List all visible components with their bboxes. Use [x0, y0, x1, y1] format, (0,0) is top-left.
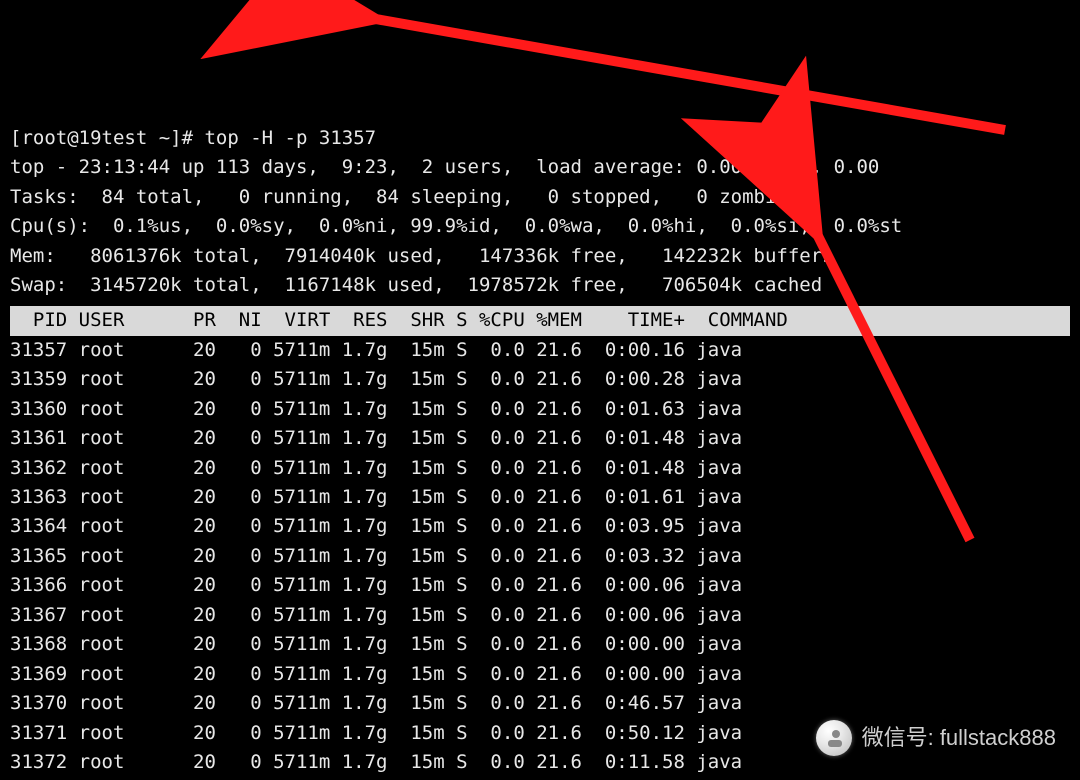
shell-command: top -H -p 31357: [204, 127, 376, 149]
summary-line-mem: Mem: 8061376k total, 7914040k used, 1473…: [10, 245, 834, 267]
watermark-value: fullstack888: [940, 721, 1056, 755]
watermark-label: 微信号: [862, 721, 928, 755]
wechat-icon: [816, 720, 852, 756]
process-rows: 31357 root 20 0 5711m 1.7g 15m S 0.0 21.…: [10, 336, 1070, 780]
column-header: PID USER PR NI VIRT RES SHR S %CPU %MEM …: [10, 306, 1070, 335]
table-row: 31362 root 20 0 5711m 1.7g 15m S 0.0 21.…: [10, 454, 1070, 483]
summary-line-tasks: Tasks: 84 total, 0 running, 84 sleeping,…: [10, 186, 788, 208]
table-row: 31360 root 20 0 5711m 1.7g 15m S 0.0 21.…: [10, 395, 1070, 424]
table-row: 31365 root 20 0 5711m 1.7g 15m S 0.0 21.…: [10, 542, 1070, 571]
summary-line-cpu: Cpu(s): 0.1%us, 0.0%sy, 0.0%ni, 99.9%id,…: [10, 215, 902, 237]
table-row: 31359 root 20 0 5711m 1.7g 15m S 0.0 21.…: [10, 365, 1070, 394]
table-row: 31368 root 20 0 5711m 1.7g 15m S 0.0 21.…: [10, 630, 1070, 659]
table-row: 31363 root 20 0 5711m 1.7g 15m S 0.0 21.…: [10, 483, 1070, 512]
table-row: 31367 root 20 0 5711m 1.7g 15m S 0.0 21.…: [10, 601, 1070, 630]
summary-line-swap: Swap: 3145720k total, 1167148k used, 197…: [10, 274, 822, 296]
table-row: 31361 root 20 0 5711m 1.7g 15m S 0.0 21.…: [10, 424, 1070, 453]
table-row: 31369 root 20 0 5711m 1.7g 15m S 0.0 21.…: [10, 660, 1070, 689]
table-row: 31357 root 20 0 5711m 1.7g 15m S 0.0 21.…: [10, 336, 1070, 365]
summary-line-uptime: top - 23:13:44 up 113 days, 9:23, 2 user…: [10, 156, 879, 178]
table-row: 31364 root 20 0 5711m 1.7g 15m S 0.0 21.…: [10, 512, 1070, 541]
table-row: 31370 root 20 0 5711m 1.7g 15m S 0.0 21.…: [10, 689, 1070, 718]
terminal-screen[interactable]: { "prompt": { "user_host": "[root@19test…: [0, 0, 1080, 780]
table-row: 31366 root 20 0 5711m 1.7g 15m S 0.0 21.…: [10, 571, 1070, 600]
watermark: 微信号: fullstack888: [816, 720, 1056, 756]
shell-prompt: [root@19test ~]#: [10, 127, 193, 149]
